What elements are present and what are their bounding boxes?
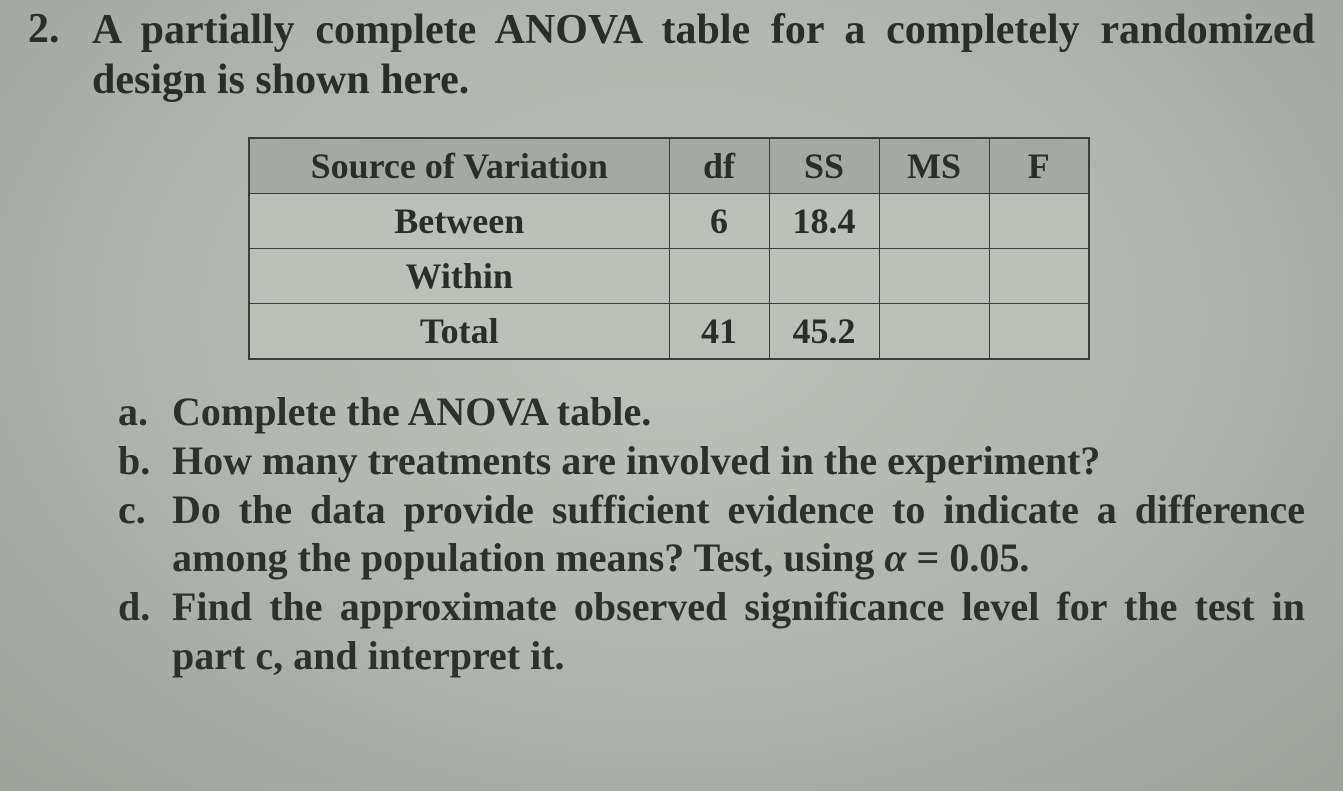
cell-ms: [879, 304, 989, 360]
part-text: How many treatments are involved in the …: [172, 437, 1305, 486]
cell-df: 41: [669, 304, 769, 360]
col-header-f: F: [989, 138, 1089, 194]
cell-source: Between: [249, 194, 669, 249]
part-text: Complete the ANOVA table.: [172, 388, 1305, 437]
table-row: Between 6 18.4: [249, 194, 1089, 249]
anova-table: Source of Variation df SS MS F Between 6…: [248, 137, 1090, 360]
cell-f: [989, 304, 1089, 360]
table-row: Within: [249, 249, 1089, 304]
col-header-source: Source of Variation: [249, 138, 669, 194]
table-header-row: Source of Variation df SS MS F: [249, 138, 1089, 194]
cell-df: [669, 249, 769, 304]
cell-ss: 18.4: [769, 194, 879, 249]
cell-source: Total: [249, 304, 669, 360]
part-label: a.: [118, 388, 160, 437]
question-number: 2.: [28, 6, 74, 52]
cell-df: 6: [669, 194, 769, 249]
part-text: Do the data provide sufficient evidence …: [172, 486, 1305, 584]
part-label: d.: [118, 583, 160, 632]
cell-ss: [769, 249, 879, 304]
part-text: Find the approximate observed significan…: [172, 583, 1305, 681]
col-header-df: df: [669, 138, 769, 194]
table-row: Total 41 45.2: [249, 304, 1089, 360]
cell-f: [989, 194, 1089, 249]
question-prompt: A partially complete ANOVA table for a c…: [92, 6, 1315, 105]
part-c: c. Do the data provide sufficient eviden…: [118, 486, 1305, 584]
cell-ms: [879, 249, 989, 304]
cell-source: Within: [249, 249, 669, 304]
cell-f: [989, 249, 1089, 304]
cell-ms: [879, 194, 989, 249]
part-d: d. Find the approximate observed signifi…: [118, 583, 1305, 681]
col-header-ss: SS: [769, 138, 879, 194]
part-c-eq: = 0.05.: [907, 535, 1030, 580]
part-a: a. Complete the ANOVA table.: [118, 388, 1305, 437]
page: 2. A partially complete ANOVA table for …: [0, 0, 1343, 791]
alpha-symbol: α: [884, 535, 906, 580]
cell-ss: 45.2: [769, 304, 879, 360]
col-header-ms: MS: [879, 138, 989, 194]
part-c-pre: Do the data provide sufficient evidence …: [172, 487, 1305, 581]
question-row: 2. A partially complete ANOVA table for …: [28, 6, 1315, 105]
part-label: c.: [118, 486, 160, 535]
part-label: b.: [118, 437, 160, 486]
part-b: b. How many treatments are involved in t…: [118, 437, 1305, 486]
question-parts: a. Complete the ANOVA table. b. How many…: [118, 388, 1305, 681]
anova-table-wrap: Source of Variation df SS MS F Between 6…: [248, 137, 1315, 360]
